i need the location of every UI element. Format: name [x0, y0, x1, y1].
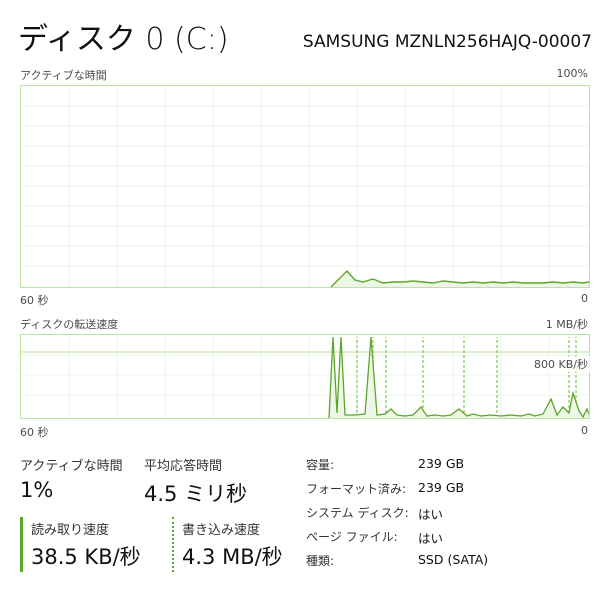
active-time-stat-label: アクティブな時間 [20, 459, 123, 474]
write-speed-indicator [172, 517, 174, 572]
transfer-rate-chart [21, 335, 589, 418]
page-file-value: はい [418, 531, 444, 546]
response-time-stat-label: 平均応答時間 [144, 459, 223, 474]
active-time-graph-label: アクティブな時間 [20, 69, 107, 82]
response-time-stat-value: 4.5 ミリ秒 [144, 482, 248, 506]
active-time-grid [21, 86, 589, 287]
disk-type-label: 種類: [306, 554, 335, 568]
disk-title: ディスク 0 (C:) [18, 22, 229, 57]
read-speed-indicator [20, 517, 23, 572]
write-speed-stat-label: 書き込み速度 [182, 523, 261, 538]
transfer-rate-scale-label: 800 KB/秒 [532, 356, 590, 372]
formatted-value: 239 GB [418, 480, 465, 495]
write-speed-stat-value: 4.3 MB/秒 [182, 545, 283, 569]
system-disk-value: はい [418, 507, 444, 522]
read-speed-stat-value: 38.5 KB/秒 [31, 545, 141, 569]
active-time-graph [20, 85, 590, 288]
write-speed-series [356, 337, 577, 418]
system-disk-label: システム ディスク: [306, 506, 409, 520]
page-file-label: ページ ファイル: [306, 530, 398, 544]
capacity-value: 239 GB [418, 456, 465, 471]
read-speed-stat-label: 読み取り速度 [31, 523, 110, 538]
active-time-fill [331, 271, 589, 287]
active-time-time-label: 60 秒 [20, 294, 49, 307]
disk-model: SAMSUNG MZNLN256HAJQ-00007 [302, 32, 592, 52]
transfer-rate-min-label: 0 [581, 424, 588, 437]
formatted-label: フォーマット済み: [306, 482, 407, 496]
transfer-rate-max-label: 1 MB/秒 [545, 318, 588, 331]
active-time-max-label: 100% [556, 67, 588, 80]
active-time-chart [21, 86, 589, 287]
transfer-rate-graph [20, 334, 590, 419]
active-time-stat-value: 1% [20, 478, 54, 502]
active-time-min-label: 0 [581, 292, 588, 305]
transfer-rate-graph-label: ディスクの転送速度 [20, 318, 119, 331]
transfer-rate-grid [21, 335, 589, 418]
transfer-rate-time-label: 60 秒 [20, 426, 49, 439]
disk-type-value: SSD (SATA) [418, 552, 489, 567]
capacity-label: 容量: [306, 458, 335, 472]
